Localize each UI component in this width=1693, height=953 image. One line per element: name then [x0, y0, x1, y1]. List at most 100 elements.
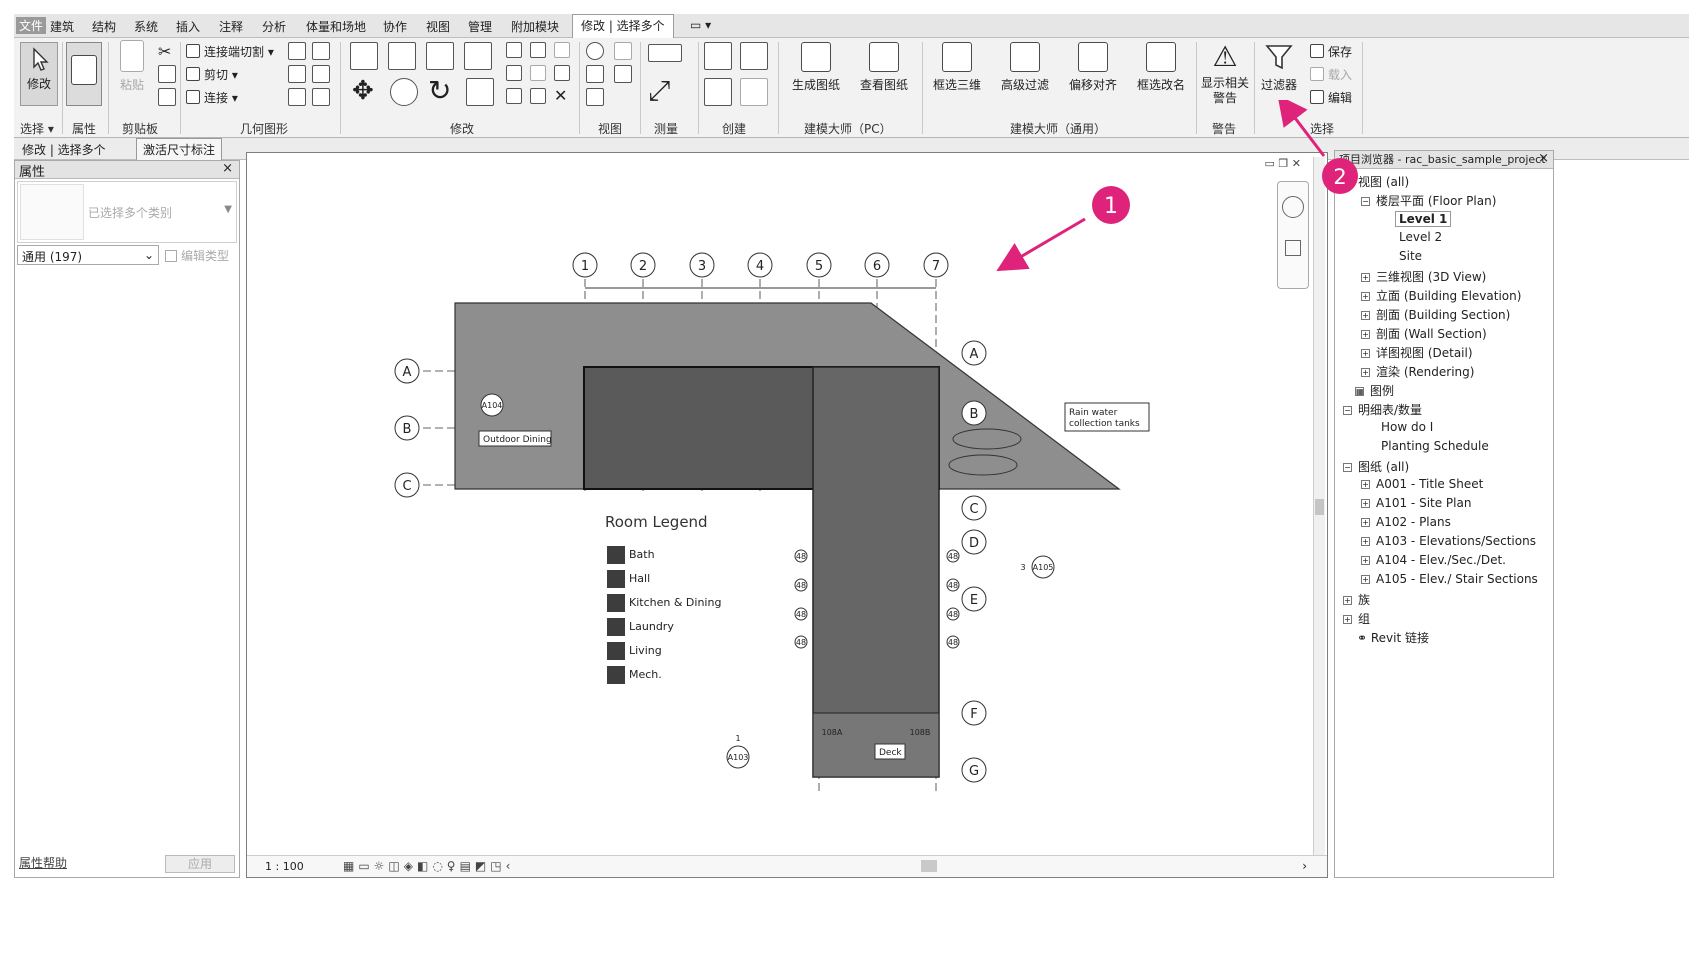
line-style-icon[interactable] — [614, 65, 632, 83]
menu-structure[interactable]: 结构 — [92, 18, 116, 35]
menu-view[interactable]: 视图 — [426, 18, 450, 35]
light-bulb-icon[interactable] — [586, 42, 604, 60]
show-warnings-button[interactable]: ⚠ 显示相关 警告 — [1198, 42, 1252, 106]
tree-families[interactable]: + 族 — [1343, 591, 1370, 608]
menu-insert[interactable]: 插入 — [176, 18, 200, 35]
modify-tool-button[interactable]: 修改 — [20, 42, 58, 106]
zoom-icon[interactable] — [1285, 240, 1301, 256]
linework-brush-icon[interactable] — [586, 65, 604, 83]
menu-collaborate[interactable]: 协作 — [383, 18, 407, 35]
array-icon[interactable] — [506, 65, 522, 81]
edit-type-button[interactable]: 编辑类型 — [165, 247, 229, 264]
wall-join-icon[interactable] — [288, 65, 306, 83]
trim-extend-icon[interactable] — [466, 78, 494, 106]
align-icon[interactable] — [350, 42, 378, 70]
cut-scissors-icon[interactable]: ✂ — [158, 42, 176, 61]
tree-elevation[interactable]: + 立面 (Building Elevation) — [1361, 287, 1521, 304]
tree-section[interactable]: + 剖面 (Building Section) — [1361, 306, 1510, 323]
view-sheet-button[interactable]: 查看图纸 — [854, 42, 914, 93]
tree-how-do-i[interactable]: How do I — [1381, 420, 1433, 434]
apply-button[interactable]: 应用 — [165, 855, 235, 873]
copy-icon[interactable] — [158, 65, 176, 83]
tree-a102[interactable]: + A102 - Plans — [1361, 515, 1451, 529]
match-properties-icon[interactable] — [158, 88, 176, 106]
drawing-canvas[interactable]: 1 2 3 4 5 6 7 A B C A B C D E F G A104 A… — [246, 152, 1328, 878]
menu-extra-dropdown[interactable]: ▭ ▾ — [690, 18, 711, 32]
vertical-scrollbar[interactable] — [1313, 157, 1325, 857]
select-3d-button[interactable]: 框选三维 — [926, 42, 988, 93]
properties-help-link[interactable]: 属性帮助 — [19, 854, 67, 871]
tree-a101[interactable]: + A101 - Site Plan — [1361, 496, 1471, 510]
menu-manage[interactable]: 管理 — [468, 18, 492, 35]
view-scale[interactable]: 1 : 100 — [265, 860, 304, 873]
create-group-icon[interactable] — [704, 78, 732, 106]
cut-button[interactable]: 剪切 ▾ — [186, 66, 238, 83]
panel-select-title[interactable]: 选择 ▾ — [20, 120, 54, 137]
split-face-icon[interactable] — [288, 42, 306, 60]
tree-sheets[interactable]: − 图纸 (all) — [1343, 458, 1409, 475]
tree-floor-plan[interactable]: − 楼层平面 (Floor Plan) — [1361, 192, 1496, 209]
tree-schedules[interactable]: − 明细表/数量 — [1343, 401, 1422, 418]
tree-planting-schedule[interactable]: Planting Schedule — [1381, 439, 1489, 453]
scroll-right-icon[interactable]: › — [1302, 859, 1307, 873]
activate-dimensions-button[interactable]: 激活尺寸标注 — [136, 138, 223, 161]
horizontal-scroll-thumb[interactable] — [921, 860, 937, 872]
offset-align-button[interactable]: 偏移对齐 — [1062, 42, 1124, 93]
properties-close-button[interactable]: × — [222, 161, 233, 176]
eraser-icon[interactable] — [586, 88, 604, 106]
demolish-icon[interactable] — [312, 65, 330, 83]
mirror-pick-icon[interactable] — [426, 42, 454, 70]
tree-groups[interactable]: + 组 — [1343, 610, 1370, 627]
trim-single-icon[interactable] — [530, 88, 546, 104]
tree-legend[interactable]: ▦ 图例 — [1355, 382, 1394, 399]
solid-icon[interactable] — [288, 88, 306, 106]
type-selector[interactable]: 已选择多个类别 ▼ — [17, 181, 237, 243]
tree-wall-section[interactable]: + 剖面 (Wall Section) — [1361, 325, 1487, 342]
tree-a001[interactable]: + A001 - Title Sheet — [1361, 477, 1483, 491]
tree-site[interactable]: Site — [1399, 249, 1422, 263]
tree-3d-view[interactable]: + 三维视图 (3D View) — [1361, 268, 1486, 285]
select-rename-button[interactable]: 框选改名 — [1130, 42, 1192, 93]
menu-massing-site[interactable]: 体量和场地 — [306, 18, 366, 35]
rotate-icon[interactable]: ↻ — [428, 74, 451, 107]
measure-distance-icon[interactable] — [648, 44, 682, 62]
tree-a103[interactable]: + A103 - Elevations/Sections — [1361, 534, 1536, 548]
tree-detail[interactable]: + 详图视图 (Detail) — [1361, 344, 1473, 361]
menu-systems[interactable]: 系统 — [134, 18, 158, 35]
copy-elements-icon[interactable] — [390, 78, 418, 106]
tree-level-2[interactable]: Level 2 — [1399, 230, 1442, 244]
vertical-scroll-thumb[interactable] — [1315, 499, 1324, 515]
join-button[interactable]: 连接 ▾ — [186, 89, 238, 106]
create-parts-icon[interactable] — [740, 42, 768, 70]
move-icon[interactable]: ✥ — [352, 76, 374, 106]
trim-multiple-icon[interactable] — [506, 88, 522, 104]
pin-icon[interactable] — [554, 65, 570, 81]
menu-annotate[interactable]: 注释 — [219, 18, 243, 35]
menu-addins[interactable]: 附加模块 — [511, 18, 559, 35]
split-icon[interactable] — [506, 42, 522, 58]
create-assembly-icon[interactable] — [704, 42, 732, 70]
cut-join-button[interactable]: 连接端切割 ▾ — [186, 43, 274, 60]
tree-a104[interactable]: + A104 - Elev./Sec./Det. — [1361, 553, 1506, 567]
tab-modify-select-multiple[interactable]: 修改 | 选择多个 — [572, 14, 674, 38]
scale-icon[interactable] — [530, 65, 546, 81]
offset-icon[interactable] — [388, 42, 416, 70]
wrench-icon[interactable] — [312, 88, 330, 106]
delete-icon[interactable]: ✕ — [554, 86, 567, 105]
mirror-draw-icon[interactable] — [464, 42, 492, 70]
tree-rendering[interactable]: + 渲染 (Rendering) — [1361, 363, 1474, 380]
filter-button[interactable]: 过滤器 — [1256, 42, 1302, 93]
tree-a105[interactable]: + A105 - Elev./ Stair Sections — [1361, 572, 1538, 586]
category-filter-select[interactable]: 通用 (197) ⌄ — [17, 245, 159, 265]
hide-icon[interactable] — [614, 42, 632, 60]
load-selection-button[interactable]: 载入 — [1310, 66, 1352, 83]
tree-level-1[interactable]: Level 1 — [1395, 211, 1452, 227]
menu-analyze[interactable]: 分析 — [262, 18, 286, 35]
advanced-filter-button[interactable]: 高级过滤 — [994, 42, 1056, 93]
aligned-dimension-icon[interactable]: ⤢ — [648, 74, 670, 108]
menu-file[interactable]: 文件 — [16, 17, 47, 34]
generate-sheet-button[interactable]: 生成图纸 — [786, 42, 846, 93]
split-gap-icon[interactable] — [530, 42, 546, 58]
paste-button[interactable]: 粘贴 — [112, 40, 152, 93]
save-selection-button[interactable]: 保存 — [1310, 43, 1352, 60]
